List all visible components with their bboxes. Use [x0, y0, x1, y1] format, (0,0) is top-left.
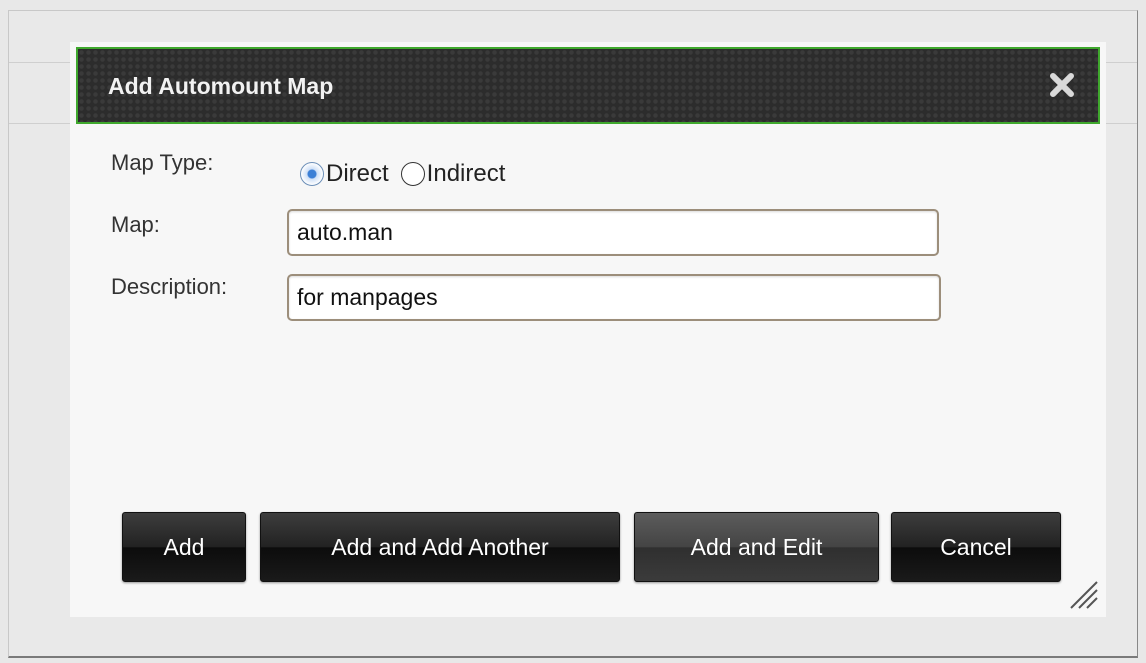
description-input[interactable] [287, 274, 941, 321]
dialog-title: Add Automount Map [108, 73, 334, 99]
add-automount-map-dialog: Add Automount Map Map Type: Direct Indir… [70, 42, 1106, 617]
add-and-edit-button[interactable]: Add and Edit [634, 512, 879, 582]
radio-direct[interactable] [300, 162, 324, 186]
close-icon[interactable] [1048, 71, 1076, 99]
cancel-button[interactable]: Cancel [891, 512, 1061, 582]
resize-grip-icon[interactable] [1067, 578, 1099, 610]
map-type-radio-group: Direct Indirect [300, 157, 517, 191]
map-type-label: Map Type: [111, 150, 214, 175]
radio-direct-label[interactable]: Direct [326, 160, 389, 188]
radio-indirect-label[interactable]: Indirect [427, 160, 506, 188]
add-button[interactable]: Add [122, 512, 246, 582]
add-and-add-another-button[interactable]: Add and Add Another [260, 512, 620, 582]
map-label: Map: [111, 212, 160, 237]
radio-indirect[interactable] [400, 162, 425, 186]
description-label: Description: [111, 274, 228, 299]
map-input[interactable] [287, 209, 939, 256]
dialog-titlebar[interactable]: Add Automount Map [76, 47, 1100, 124]
